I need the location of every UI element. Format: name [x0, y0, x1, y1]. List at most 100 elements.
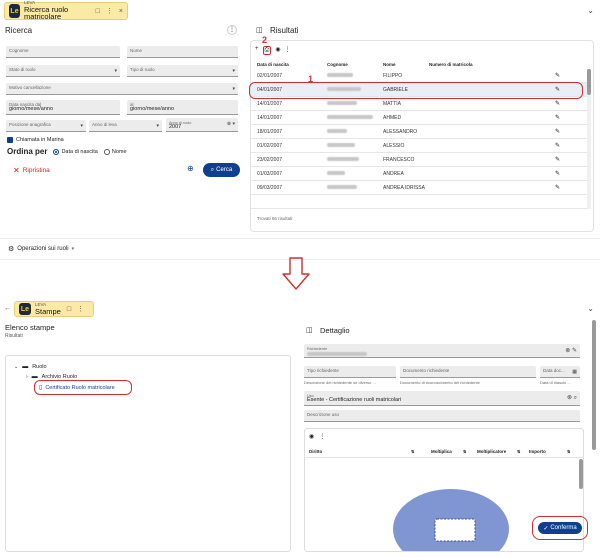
- uso-field[interactable]: Uso Esente - Certificazione ruoli matrico…: [304, 391, 580, 406]
- app-tab-ricerca[interactable]: Le LEVA Ricerca ruolo matricolare □ ⋮ ×: [4, 1, 128, 22]
- table-toolbar: + ⎙ ◉ ⋮: [255, 46, 291, 55]
- annotation-1: 1: [308, 74, 314, 84]
- data-nascita-al-field[interactable]: al giorno/mese/anno: [127, 100, 238, 115]
- maximize-icon[interactable]: □: [96, 8, 100, 15]
- anno-ruolo-select[interactable]: Anno di ruolo 2007 ⊗ ▾: [166, 118, 238, 132]
- search-button[interactable]: ⌕ Cerca: [203, 163, 240, 177]
- tipo-richiedente-field[interactable]: Tipo richiedente: [304, 366, 396, 378]
- tree-node-ruolo[interactable]: ⌄ ▬ Ruolo: [14, 364, 47, 370]
- annotation-2: 2: [262, 35, 268, 45]
- tab-title: Stampe: [35, 306, 61, 316]
- table-row[interactable]: [251, 195, 587, 209]
- operations-menu[interactable]: ⚙ Operazioni sui ruoli ▾: [8, 245, 74, 253]
- scrollbar[interactable]: [587, 69, 591, 209]
- app-tab-stampe[interactable]: Le LEVA Stampe □ ⋮: [14, 301, 94, 317]
- table-row[interactable]: 09/03/2007 ANDREA IDRISSA ✎: [251, 181, 587, 195]
- panel-title-elenco: Elenco stampe: [5, 323, 55, 332]
- folder-icon: ▬: [22, 364, 29, 370]
- order-radio-name[interactable]: Nome: [103, 148, 127, 155]
- col-header-diritto[interactable]: Diritto: [309, 449, 322, 454]
- descrizione-uso-field[interactable]: Descrizione uso: [304, 410, 580, 422]
- edit-icon: ✎: [555, 143, 561, 149]
- order-by-group: Ordina per Data di nascita Nome: [7, 147, 127, 156]
- nome-field[interactable]: Nome: [127, 46, 238, 58]
- tipo-ruolo-select[interactable]: Tipo di ruolo ▾: [127, 65, 238, 77]
- table-row[interactable]: 01/02/2007 ALESSIO ✎: [251, 139, 587, 153]
- motivo-select[interactable]: Motivo cancellazione ▾: [6, 83, 238, 95]
- panel-toggle-icon[interactable]: ◫: [306, 326, 313, 334]
- highlight-row-box: [249, 82, 583, 99]
- edit-icon: ✎: [555, 185, 561, 191]
- edit-icon: ✎: [555, 171, 561, 177]
- scrollbar[interactable]: [579, 459, 583, 489]
- sort-icon[interactable]: ⇅: [463, 449, 466, 454]
- documento-help: Documento di riconoscimento del richiede…: [400, 380, 480, 385]
- calendar-icon: ▦: [572, 369, 577, 375]
- bottom-tabbar: ← Le LEVA Stampe □ ⋮ ⌄: [0, 300, 600, 318]
- col-header-importo[interactable]: Importo: [529, 449, 546, 454]
- more-vert-icon[interactable]: ⋮: [227, 25, 237, 35]
- panel-title-risultati: Risultati: [270, 26, 299, 35]
- plus-icon[interactable]: +: [255, 46, 259, 55]
- table-row[interactable]: 18/01/2007 ALESSANDRO ✎: [251, 125, 587, 139]
- tab-title: Ricerca ruolo matricolare: [24, 4, 69, 22]
- gears-icon: ⚙: [8, 246, 15, 253]
- panel-toggle-icon[interactable]: ◫: [256, 26, 263, 34]
- more-vert-icon[interactable]: ⋮: [106, 7, 113, 15]
- more-vert-icon[interactable]: ⋮: [77, 305, 84, 313]
- stato-ruolo-select[interactable]: Stato di ruolo ▾: [6, 65, 120, 77]
- maximize-icon[interactable]: □: [67, 306, 71, 313]
- sort-icon[interactable]: ⇅: [567, 449, 570, 454]
- reset-button[interactable]: ✕ Ripristina: [13, 166, 50, 175]
- eye-icon[interactable]: ◉: [309, 433, 314, 440]
- order-radio-date[interactable]: Data di nascita: [53, 148, 98, 155]
- col-header-matricola[interactable]: Numero di matricola: [429, 62, 473, 67]
- detail-panel: ◫ Dettaglio Richiedente ⊗ ✎ Tipo richiede…: [298, 320, 598, 554]
- edit-icon: ✎: [555, 101, 561, 107]
- panel-title-ricerca: Ricerca: [5, 26, 33, 35]
- richiedente-field[interactable]: Richiedente ⊗ ✎: [304, 344, 580, 358]
- zoom-icon[interactable]: ⊕: [187, 164, 194, 173]
- panel-title-dettaglio: Dettaglio: [320, 326, 350, 335]
- marina-checkbox[interactable]: Chiamata in Marina: [7, 137, 64, 143]
- eye-icon[interactable]: ◉: [275, 46, 280, 55]
- arrow-down-icon: [282, 257, 310, 290]
- search-icon: ⌕: [210, 166, 215, 173]
- results-panel: ◫ Risultati + ⎙ ◉ ⋮ 2 Data di nascita Co…: [249, 22, 596, 234]
- close-icon[interactable]: ×: [119, 8, 123, 15]
- more-vert-icon[interactable]: ⋮: [319, 433, 325, 440]
- posizione-select[interactable]: Posizione anagrafica ▾: [6, 120, 86, 132]
- edit-icon: ✎: [555, 73, 561, 79]
- table-row[interactable]: 14/01/2007 AHMED ✎: [251, 111, 587, 125]
- scrollbar[interactable]: [592, 320, 596, 450]
- edit-icon: ✎: [555, 129, 561, 135]
- tipo-richiedente-help: Descrizione del richiedente se diverso .…: [304, 380, 376, 385]
- col-header-moltiplicatore[interactable]: Moltiplicatore: [477, 449, 506, 454]
- cognome-field[interactable]: Cognome: [6, 46, 120, 58]
- anno-leva-select[interactable]: Anno di leva ▾: [89, 120, 162, 132]
- highlight-confirm-box: [532, 516, 588, 540]
- sort-icon[interactable]: ⇅: [517, 449, 520, 454]
- caret-down-icon: ▾: [71, 246, 75, 252]
- empty-state-illustration: [393, 489, 509, 551]
- table-row[interactable]: 02/01/2007 FILIPPO ✎: [251, 69, 587, 83]
- table-row[interactable]: 23/02/2007 FRANCESCO ✎: [251, 153, 587, 167]
- print-tree: ⌄ ▬ Ruolo › ▬ Archivio Ruolo ▯ Certificato Ru…: [5, 355, 291, 552]
- table-row[interactable]: 14/01/2007 MATTIA ✎: [251, 97, 587, 111]
- col-header-moltiplica[interactable]: Moltiplica: [431, 449, 452, 454]
- col-header-cognome[interactable]: Cognome: [327, 62, 348, 67]
- more-vert-icon[interactable]: ⋮: [285, 46, 291, 55]
- col-header-date[interactable]: Data di nascita: [257, 62, 289, 67]
- chevron-down-icon[interactable]: ⌄: [587, 6, 594, 15]
- data-doc-field[interactable]: Data doc... ▦: [540, 366, 580, 378]
- table-row[interactable]: 01/03/2007 ANDREA ✎: [251, 167, 587, 181]
- sort-icon[interactable]: ⇅: [411, 449, 414, 454]
- chevron-down-icon[interactable]: ⌄: [587, 304, 594, 313]
- documento-field[interactable]: Documento richiedente: [400, 366, 536, 378]
- print-icon[interactable]: ⎙: [262, 46, 272, 55]
- back-arrow-icon[interactable]: ←: [4, 305, 11, 312]
- col-header-nome[interactable]: Nome: [383, 62, 396, 67]
- results-count: Trovati 66 risultati: [257, 216, 293, 221]
- data-nascita-da-field[interactable]: Data nascita dal giorno/mese/anno: [6, 100, 120, 115]
- highlight-leaf-box: [34, 380, 132, 395]
